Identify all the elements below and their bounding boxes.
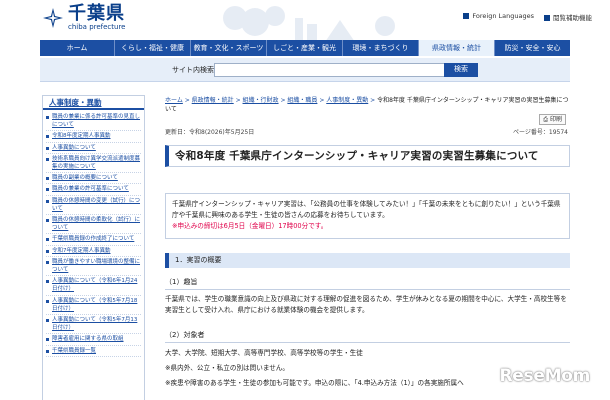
sidebar-item[interactable]: 職員が働きやすい職場環境の整備について xyxy=(46,258,141,277)
sidebar-item[interactable]: 職員の副業の概要について xyxy=(46,174,141,185)
nav-safety[interactable]: 防災・安全・安心 xyxy=(495,40,570,56)
subsection-heading-purpose: （1）趣旨 xyxy=(165,277,570,290)
sidebar-list: 職員の兼業に係る許可基準の見直しについて 令和8年度定期人事異動 人事異動につい… xyxy=(43,110,144,357)
search-input[interactable] xyxy=(214,63,446,77)
sidebar-item[interactable]: 職員の兼業に係る許可基準の見直しについて xyxy=(46,113,141,132)
sidebar-item[interactable]: 人事異動について（令和6年1月24日付け） xyxy=(46,277,141,296)
nav-environment[interactable]: 環境・まちづくり xyxy=(343,40,419,56)
nav-home[interactable]: ホーム xyxy=(40,40,115,56)
sidebar-item[interactable]: 職員の兼業の許可基準について xyxy=(46,185,141,196)
sidebar-item[interactable]: 職員の休憩時間の変更（試行）について xyxy=(46,197,141,216)
print-button[interactable]: ⎙ 印刷 xyxy=(539,114,566,125)
subsection-heading-eligibility: （2）対象者 xyxy=(165,330,570,343)
search-label: サイト内検索 xyxy=(172,66,214,74)
sidebar-item[interactable]: 令和7年度定期人事異動 xyxy=(46,247,141,257)
section-heading: 1．実習の概要 xyxy=(165,253,570,268)
deadline-notice: ※申込みの締切は6月5日（金曜日）17時00分です。 xyxy=(172,222,328,230)
sidebar-item[interactable]: 千葉県職員録の作成終了について xyxy=(46,235,141,246)
breadcrumb-link[interactable]: 組織・職員 xyxy=(287,97,317,104)
page-title-box: 令和8年度 千葉県庁インターンシップ・キャリア実習の実習生募集について xyxy=(165,145,570,167)
updated-date: 更新日：令和8(2026)年5月25日 xyxy=(165,129,255,136)
sidebar-item[interactable]: 人事異動について（令和5年7月18日付け） xyxy=(46,297,141,316)
accessibility-link[interactable]: 閲覧補助機能 xyxy=(544,12,592,22)
nav-living[interactable]: くらし・福祉・健康 xyxy=(115,40,191,56)
printer-icon: ⎙ xyxy=(543,116,549,123)
nav-government[interactable]: 県政情報・統計 xyxy=(419,40,495,56)
sidebar: 人事制度・異動 職員の兼業に係る許可基準の見直しについて 令和8年度定期人事異動… xyxy=(42,95,145,400)
breadcrumb-link[interactable]: 人事制度・異動 xyxy=(326,97,368,104)
sidebar-heading[interactable]: 人事制度・異動 xyxy=(43,96,144,110)
intro-text: 千葉県庁インターンシップ・キャリア実習は、「公務員の仕事を体験してみたい！」「千… xyxy=(172,200,561,219)
intro-box: 千葉県庁インターンシップ・キャリア実習は、「公務員の仕事を体験してみたい！」「千… xyxy=(165,193,570,239)
site-logo[interactable]: 千葉県 chiba prefecture xyxy=(42,4,126,31)
header-decoration xyxy=(223,6,395,42)
site-header: 千葉県 chiba prefecture Foreign Languages 閲… xyxy=(0,0,610,42)
global-nav: ホーム くらし・福祉・健康 教育・文化・スポーツ しごと・産業・観光 環境・まち… xyxy=(40,40,570,56)
breadcrumb-link[interactable]: 組織・行財政 xyxy=(243,97,279,104)
sidebar-item[interactable]: 人事異動について xyxy=(46,144,141,154)
sidebar-item[interactable]: 千葉県職員録一覧 xyxy=(46,347,141,357)
purpose-text: 千葉県では、学生の職業意識の向上及び県政に対する理解の促進を図るため、学生が休み… xyxy=(165,295,567,314)
search-button[interactable]: 検索 xyxy=(444,63,478,77)
page-id: ページ番号：19574 xyxy=(513,129,568,136)
sidebar-item[interactable]: 障害者雇用に関する県の取組 xyxy=(46,335,141,346)
nav-education[interactable]: 教育・文化・スポーツ xyxy=(191,40,267,56)
breadcrumb-link[interactable]: ホーム xyxy=(165,97,183,104)
chiba-emblem-icon xyxy=(42,7,64,29)
sidebar-item[interactable]: 令和8年度定期人事異動 xyxy=(46,132,141,143)
resemom-watermark: ReseMom xyxy=(499,366,591,386)
sidebar-item[interactable]: 人事異動について（令和5年7月13日付け） xyxy=(46,316,141,335)
breadcrumb: ホーム > 県政情報・統計 > 組織・行財政 > 組織・職員 > 人事制度・異動… xyxy=(165,97,569,113)
nav-work[interactable]: しごと・産業・観光 xyxy=(267,40,343,56)
square-bullet-icon xyxy=(544,15,550,21)
sidebar-item[interactable]: 職員の休憩時間の柔軟化（試行）について xyxy=(46,216,141,235)
search-bar: サイト内検索 検索 xyxy=(40,58,570,82)
foreign-languages-link[interactable]: Foreign Languages xyxy=(463,12,534,22)
square-bullet-icon xyxy=(463,13,470,19)
page-title: 令和8年度 千葉県庁インターンシップ・キャリア実習の実習生募集について xyxy=(175,150,539,162)
eligibility-text: 大学、大学院、短期大学、高等専門学校、高等学校等の学生・生徒 xyxy=(165,349,363,357)
sidebar-item[interactable]: 技術系職員向け異学交流派遣制度募集の実施について xyxy=(46,155,141,174)
breadcrumb-link[interactable]: 県政情報・統計 xyxy=(192,97,234,104)
